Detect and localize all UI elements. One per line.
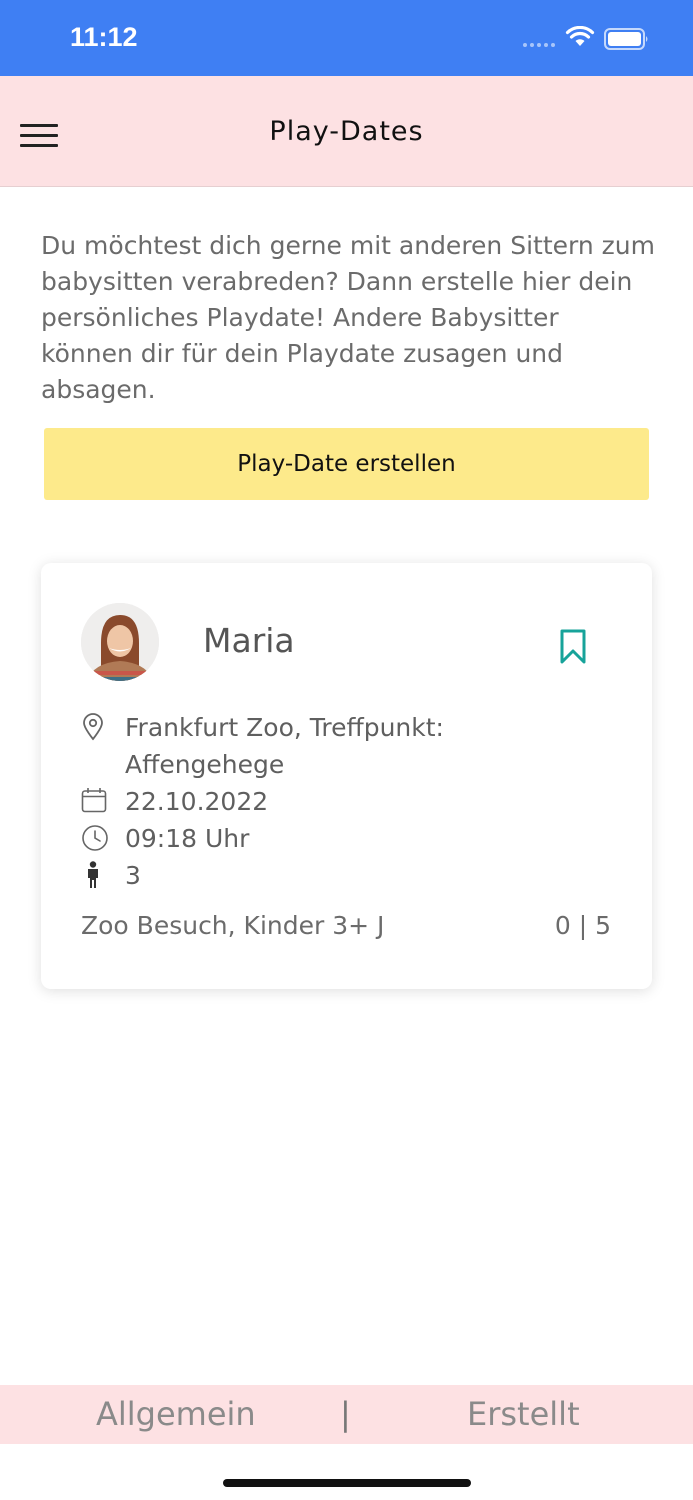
header: Play-Dates [0,76,693,187]
clock-icon [81,820,125,857]
card-description: Zoo Besuch, Kinder 3+ J [81,911,385,940]
time-row: 09:18 Uhr [81,820,249,857]
intro-text: Du möchtest dich gerne mit anderen Sitte… [41,231,655,404]
page-title: Play-Dates [269,116,424,147]
tab-allgemein[interactable]: Allgemein [96,1395,256,1433]
location-row: Frankfurt Zoo, Treffpunkt: Affengehege [81,709,485,783]
location-pin-icon [81,709,125,783]
card-author-name: Maria [203,621,295,660]
child-icon [81,857,125,894]
location-text: Frankfurt Zoo, Treffpunkt: Affengehege [125,713,444,779]
home-indicator[interactable] [223,1479,471,1487]
date-text: 22.10.2022 [125,787,269,816]
bookmark-icon[interactable] [559,629,587,665]
tab-separator: | [340,1395,351,1433]
battery-icon [604,28,648,50]
calendar-icon [81,783,125,820]
time-text: 09:18 Uhr [125,824,250,853]
status-time: 11:12 [70,22,138,52]
playdate-card[interactable]: Maria Frankfurt Zoo, Treffpunkt: Affenge… [41,563,652,989]
children-row: 3 [81,857,141,894]
date-row: 22.10.2022 [81,783,268,820]
participant-count: 0 | 5 [554,911,611,940]
status-bar: 11:12 [0,0,693,76]
create-playdate-button[interactable]: Play-Date erstellen [44,428,649,500]
wifi-icon [565,26,595,46]
bottom-tab-bar: Allgemein | Erstellt [0,1385,693,1444]
cellular-signal-icon [523,43,555,47]
children-count: 3 [125,861,141,890]
avatar [81,603,159,681]
tab-erstellt[interactable]: Erstellt [467,1395,580,1433]
